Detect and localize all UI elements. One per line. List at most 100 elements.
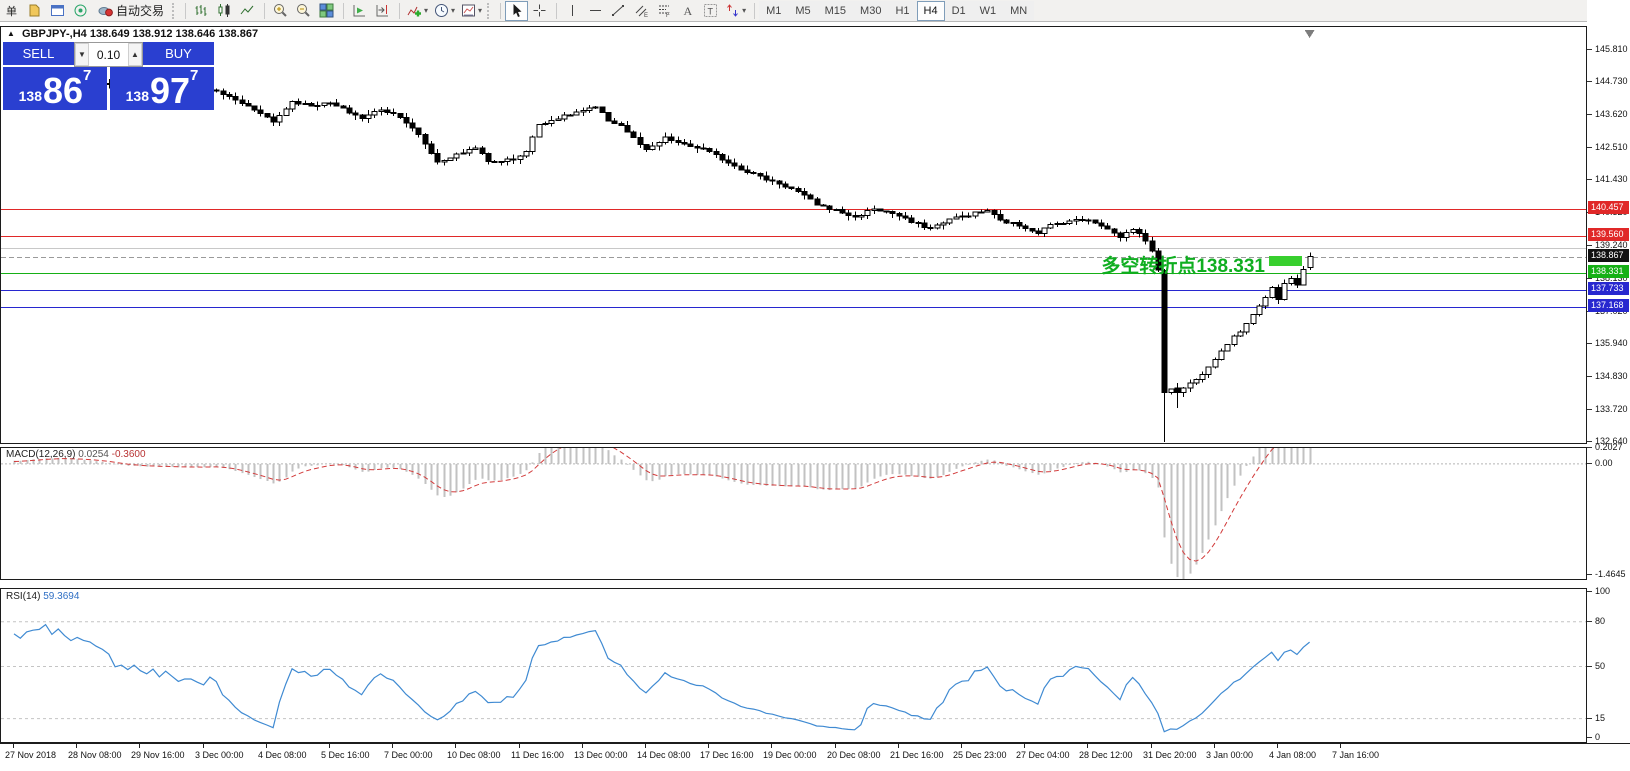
chart-shift-marker[interactable] (1305, 30, 1315, 38)
indicators-icon (407, 3, 422, 18)
buy-price[interactable]: 138977 (110, 67, 214, 110)
price-axis-tick-label: 144.730 (1595, 76, 1628, 86)
macd-svg[interactable] (1, 448, 1586, 579)
timeframe-h4-button[interactable]: H4 (917, 1, 945, 21)
signals-button[interactable] (69, 1, 92, 21)
indicators-button[interactable]: ▾ (404, 1, 431, 21)
time-axis-label: 3 Jan 00:00 (1206, 750, 1253, 760)
autotrade-button[interactable]: 自动交易 (92, 1, 170, 21)
timeframe-m30-button[interactable]: M30 (853, 1, 888, 21)
period-clock-button[interactable]: ▾ (431, 1, 458, 21)
rsi-svg[interactable] (1, 589, 1586, 742)
zoom-in-button[interactable] (269, 1, 292, 21)
crosshair-button[interactable] (528, 1, 551, 21)
autotrade-icon (98, 3, 114, 18)
timeframe-w1-button[interactable]: W1 (973, 1, 1004, 21)
macd-panel[interactable] (0, 447, 1587, 580)
price-chart-svg[interactable] (1, 27, 1586, 443)
market-watch-button[interactable] (46, 1, 69, 21)
time-axis-label: 17 Dec 16:00 (700, 750, 754, 760)
macd-axis-tick-label: -1.4645 (1595, 569, 1626, 579)
time-axis-label: 27 Dec 04:00 (1016, 750, 1070, 760)
time-axis-tick (771, 744, 772, 748)
templates-icon (461, 3, 476, 18)
text-label-tool-button[interactable]: T (699, 1, 722, 21)
timeframe-mn-button[interactable]: MN (1003, 1, 1034, 21)
templates-button[interactable]: ▾ (458, 1, 485, 21)
time-axis-label: 28 Dec 12:00 (1079, 750, 1133, 760)
price-line-label[interactable]: 140.457 (1588, 201, 1629, 214)
highlight-box-annotation[interactable] (1269, 256, 1302, 266)
timeframe-d1-button[interactable]: D1 (945, 1, 973, 21)
tile-windows-button[interactable] (315, 1, 338, 21)
cursor-button[interactable] (505, 1, 528, 21)
turning-point-annotation[interactable]: 多空转折点138.331 (1055, 251, 1265, 278)
horizontal-line-icon (588, 3, 603, 18)
dropdown-caret-icon[interactable]: ▾ (478, 7, 482, 15)
trendline-tool-button[interactable] (607, 1, 630, 21)
sell-button[interactable]: SELL (3, 42, 74, 67)
price-line-label[interactable]: 139.560 (1588, 228, 1629, 241)
channel-tool-button[interactable]: E (630, 1, 653, 21)
time-axis[interactable]: 27 Nov 201828 Nov 08:0029 Nov 16:003 Dec… (0, 743, 1630, 771)
autotrade-label: 自动交易 (116, 2, 164, 19)
order-ticket-button[interactable] (23, 1, 46, 21)
time-axis-tick (1087, 744, 1088, 748)
zoom-in-icon (273, 3, 288, 18)
svg-text:F: F (666, 13, 670, 18)
timeframe-group: M1M5M15M30H1H4D1W1MN (759, 1, 1034, 21)
price-line-label[interactable]: 138.331 (1588, 265, 1629, 278)
price-line-label[interactable]: 137.733 (1588, 282, 1629, 295)
lot-increase-button[interactable]: ▲ (128, 43, 142, 66)
arrows-icon (725, 3, 740, 18)
chart-shift-button[interactable] (371, 1, 394, 21)
fibonacci-tool-button[interactable]: F (653, 1, 676, 21)
time-axis-label: 7 Dec 00:00 (384, 750, 433, 760)
time-axis-tick (329, 744, 330, 748)
buy-price-pip: 7 (190, 67, 198, 84)
dropdown-caret-icon[interactable]: ▾ (424, 7, 428, 15)
collapse-icon[interactable]: ▲ (7, 29, 15, 38)
line-chart-button[interactable] (236, 1, 259, 21)
text-tool-button[interactable]: A (676, 1, 699, 21)
dropdown-caret-icon[interactable]: ▾ (451, 7, 455, 15)
horizontal-line-tool-button[interactable] (584, 1, 607, 21)
time-axis-tick (582, 744, 583, 748)
price-axis-tick-label: 134.830 (1595, 371, 1628, 381)
buy-button[interactable]: BUY (143, 42, 214, 67)
price-axis-tick-dash (1587, 441, 1592, 442)
candlestick-chart-icon (217, 3, 232, 18)
sell-price[interactable]: 138867 (3, 67, 107, 110)
price-axis-tick-dash (1587, 278, 1592, 279)
time-axis-label: 31 Dec 20:00 (1143, 750, 1197, 760)
price-axis-tick-dash (1587, 245, 1592, 246)
one-click-trading-panel: SELL ▼ ▲ BUY 138867 138977 (3, 42, 214, 110)
rsi-panel[interactable] (0, 588, 1587, 743)
timeframe-m1-button[interactable]: M1 (759, 1, 788, 21)
timeframe-h1-button[interactable]: H1 (888, 1, 916, 21)
lot-size-input[interactable] (89, 43, 128, 66)
time-axis-label: 29 Nov 16:00 (131, 750, 185, 760)
price-line-label[interactable]: 137.168 (1588, 299, 1629, 312)
toolbar-grip (172, 3, 177, 19)
lot-decrease-button[interactable]: ▼ (75, 43, 89, 66)
vertical-line-tool-button[interactable] (561, 1, 584, 21)
price-chart-panel[interactable] (0, 26, 1587, 444)
time-axis-label: 27 Nov 2018 (5, 750, 56, 760)
timeframe-m5-button[interactable]: M5 (788, 1, 817, 21)
time-axis-tick (139, 744, 140, 748)
time-axis-tick (645, 744, 646, 748)
time-axis-tick (392, 744, 393, 748)
dropdown-caret-icon[interactable]: ▾ (742, 7, 746, 15)
price-axis-column[interactable]: 145.810144.730143.620142.510141.430140.3… (1587, 0, 1630, 771)
auto-scroll-button[interactable] (348, 1, 371, 21)
candlestick-chart-button[interactable] (213, 1, 236, 21)
bar-chart-button[interactable] (190, 1, 213, 21)
arrows-tool-button[interactable]: ▾ (722, 1, 749, 21)
rsi-axis-tick-dash (1587, 737, 1592, 738)
price-line-label[interactable]: 138.867 (1588, 249, 1629, 262)
new-order-button[interactable]: 单 (0, 1, 23, 21)
timeframe-m15-button[interactable]: M15 (818, 1, 853, 21)
rsi-indicator-label: RSI(14) 59.3694 (6, 591, 79, 602)
zoom-out-button[interactable] (292, 1, 315, 21)
